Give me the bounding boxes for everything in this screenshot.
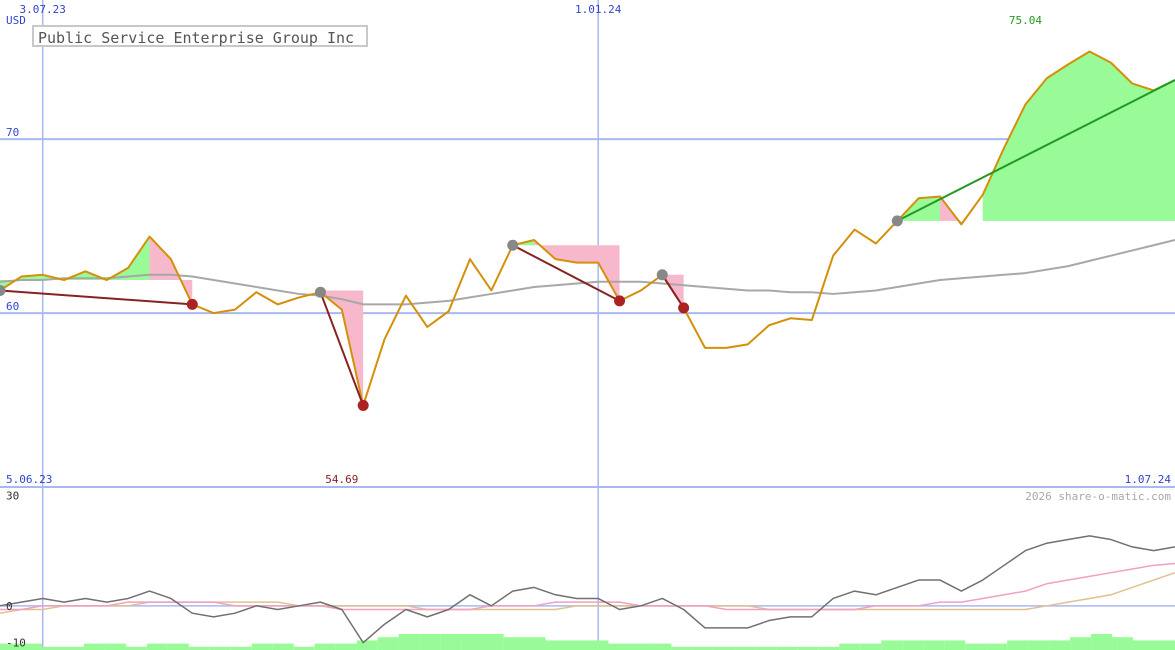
price-line [0, 50, 1175, 407]
volume-bar [419, 634, 441, 650]
loss-band [149, 236, 193, 305]
grid [0, 0, 1175, 650]
oscillator-panel [0, 535, 1175, 650]
volume-bar [503, 637, 525, 650]
volume-bar [335, 643, 357, 650]
volume-bar [1070, 637, 1092, 650]
volume-bar [1049, 640, 1071, 650]
sell-marker [678, 302, 690, 314]
gain-band [0, 236, 171, 291]
series-lines [0, 50, 1175, 407]
volume-bar [314, 643, 336, 650]
volume-bar [167, 643, 189, 650]
volume-bar [104, 643, 126, 650]
sell-marker [186, 298, 198, 310]
volume-bar [440, 634, 462, 650]
y-tick-label: 60 [6, 300, 19, 313]
buy-marker [507, 239, 519, 251]
volume-bar [1112, 637, 1134, 650]
volume-bar [398, 634, 420, 650]
volume-bar [545, 640, 567, 650]
volume-bar [146, 643, 168, 650]
volume-bar [650, 643, 672, 650]
x-tick-label: 1.01.24 [575, 3, 622, 16]
volume-bar [566, 640, 588, 650]
volume-bar [923, 640, 945, 650]
volume-bar [944, 640, 966, 650]
volume-bar [524, 637, 546, 650]
osc-tick-label: -10 [6, 637, 26, 650]
x-end-label: 1.07.24 [1125, 473, 1172, 486]
trade-line [0, 289, 193, 306]
volume-bar [1154, 640, 1175, 650]
volume-bar [608, 643, 630, 650]
max-price-label: 75.04 [1009, 14, 1042, 27]
buy-marker [314, 286, 326, 298]
volume-bar [965, 643, 987, 650]
volume-bar [1028, 640, 1050, 650]
volume-bar [986, 643, 1008, 650]
osc-tick-label: 0 [6, 600, 13, 613]
sell-marker [614, 295, 626, 307]
gain-loss-fills [0, 51, 1175, 406]
buy-marker [656, 269, 668, 281]
volume-bar [860, 643, 882, 650]
x-start-label: 5.06.23 [6, 473, 52, 486]
gain-band [982, 51, 1175, 221]
buy-marker [891, 215, 903, 227]
volume-bar [587, 640, 609, 650]
volume-bar [251, 643, 273, 650]
volume-bar [881, 640, 903, 650]
price-chart: 60 70 3.07.23 1.01.24 USD 5.06.23 1.07.24 75.04… [0, 0, 1175, 650]
volume-bar [839, 643, 861, 650]
volume-bar [461, 634, 483, 650]
osc-momentum-line [0, 535, 1175, 644]
volume-bar [629, 643, 651, 650]
volume-bar [83, 643, 105, 650]
copyright-label: 2026 share-o-matic.com [1025, 490, 1171, 503]
currency-label: USD [6, 14, 26, 27]
volume-bar [482, 634, 504, 650]
volume-bar [1133, 640, 1155, 650]
loss-band [534, 240, 620, 301]
y-tick-label: 70 [6, 126, 19, 139]
min-price-label: 54.69 [325, 473, 358, 486]
volume-bar [902, 640, 924, 650]
chart-title: Public Service Enterprise Group Inc [32, 25, 369, 47]
volume-bar [1091, 634, 1113, 650]
volume-bar [377, 637, 399, 650]
volume-bar [272, 643, 294, 650]
osc-tick-label: 30 [6, 489, 19, 502]
axis-labels: 60 70 3.07.23 1.01.24 USD 5.06.23 1.07.24 75.04… [6, 3, 1171, 650]
x-tick-label: 3.07.23 [20, 3, 66, 16]
volume-bar [1007, 640, 1029, 650]
osc-slow-line [0, 571, 1175, 614]
volume-bar [356, 640, 378, 650]
sell-marker [357, 399, 369, 411]
